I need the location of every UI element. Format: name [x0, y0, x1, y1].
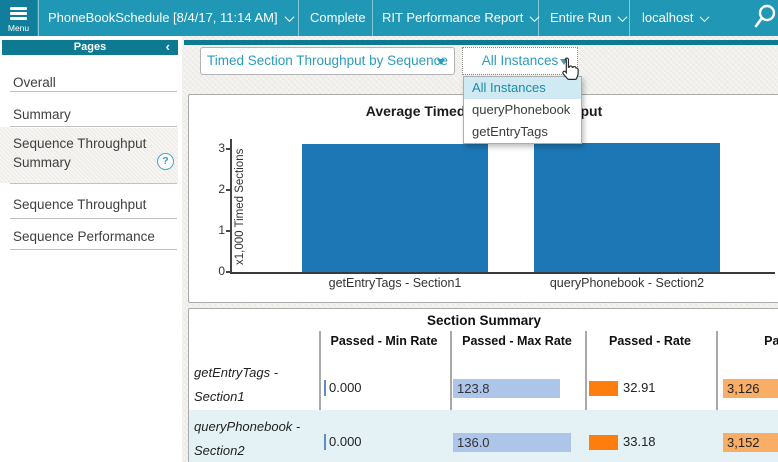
topbar-item-label: RIT Performance Report	[382, 10, 523, 25]
rate-bar	[589, 381, 618, 396]
row-label-line2: Section2	[194, 443, 245, 458]
help-icon[interactable]: ?	[157, 153, 174, 170]
y-tick-label: 0	[203, 264, 225, 278]
instance-dropdown-menu: All InstancesqueryPhonebookgetEntryTags	[463, 76, 582, 144]
sidebar-item-label: Sequence Throughput	[0, 195, 163, 214]
topbar-item-label: Entire Run	[550, 10, 611, 25]
sidebar-divider	[10, 126, 177, 127]
sidebar-divider	[10, 91, 177, 92]
row-label-line1: getEntryTags -	[194, 365, 278, 380]
topbar-separator	[629, 0, 630, 36]
table-row: queryPhonebook - Section2 0.000 136.0 33.18 3…	[189, 410, 778, 462]
table-title: Section Summary	[189, 313, 778, 328]
y-tick-mark	[226, 230, 231, 232]
chevron-down-icon	[530, 12, 540, 22]
sidebar-item-label: Sequence Performance	[0, 227, 163, 246]
topbar-item-1[interactable]: PhoneBookSchedule [8/4/17, 11:14 AM]	[48, 0, 293, 36]
menu-item-queryphonebook[interactable]: queryPhonebook	[464, 99, 581, 121]
topbar-separator	[38, 0, 39, 36]
x-category-label: getEntryTags - Section1	[285, 276, 505, 290]
chart-bar-2	[534, 143, 720, 272]
chart-bar-1	[302, 144, 488, 272]
topbar-item-4[interactable]: Entire Run	[550, 0, 626, 36]
passed-bar: 3,126	[723, 379, 778, 398]
sidebar-item-sequence-throughput-summary[interactable]: Sequence Throughput Summary	[0, 127, 178, 183]
table-row: getEntryTags - Section1 0.000 123.8 32.91 3,1…	[189, 356, 778, 410]
min-rate-tick-bar	[324, 380, 326, 396]
rate-bar	[589, 435, 618, 450]
max-rate-bar: 136.0	[453, 433, 571, 452]
topbar-item-label: Complete	[310, 10, 366, 25]
y-tick-label: 3	[203, 141, 225, 155]
chevron-down-icon	[618, 12, 628, 22]
view-select-value: Timed Section Throughput by Sequence	[201, 48, 454, 74]
y-axis-label: x1,000 Timed Sections	[234, 141, 246, 273]
topbar-item-5[interactable]: localhost	[642, 0, 708, 36]
section-summary-panel: Section Summary Passed - Min RatePassed …	[188, 308, 778, 462]
content-accent-strip	[184, 40, 778, 45]
sidebar-divider	[10, 183, 177, 184]
instance-select-dropdown[interactable]: All Instances	[462, 47, 578, 75]
pages-sidebar: Pages ‹ Overall Summary Sequence Throughpu…	[0, 36, 182, 462]
pages-header-label: Pages	[74, 41, 106, 53]
min-rate-value: 0.000	[329, 380, 362, 396]
app-window: Menu PhoneBookSchedule [8/4/17, 11:14 AM…	[0, 0, 778, 462]
menu-button-label: Menu	[0, 23, 37, 33]
y-tick-mark	[226, 148, 231, 150]
sidebar-divider	[10, 218, 177, 219]
top-bar: Menu PhoneBookSchedule [8/4/17, 11:14 AM…	[0, 0, 778, 36]
chevron-down-icon	[560, 59, 568, 65]
y-tick-mark	[226, 189, 231, 191]
x-axis-line	[230, 272, 775, 274]
sidebar-item-overall[interactable]: Overall	[0, 64, 178, 100]
y-tick-label: 1	[203, 223, 225, 237]
column-header-1: Passed - Min Rate	[314, 334, 454, 348]
pages-header: Pages ‹	[2, 40, 178, 55]
sidebar-item-label: Sequence Throughput Summary	[0, 134, 163, 172]
menu-item-getentrytags[interactable]: getEntryTags	[464, 121, 581, 143]
instance-select-value: All Instances	[482, 53, 559, 68]
max-rate-bar: 123.8	[453, 379, 560, 398]
y-axis-line	[230, 139, 232, 273]
y-tick-label: 2	[203, 182, 225, 196]
column-header-4: Passed	[716, 334, 778, 348]
column-header-2: Passed - Max Rate	[447, 334, 587, 348]
sidebar-divider	[10, 249, 177, 250]
topbar-separator	[298, 0, 299, 36]
column-header-3: Passed - Rate	[580, 334, 720, 348]
rate-value: 33.18	[623, 434, 656, 450]
topbar-item-label: localhost	[642, 10, 693, 25]
view-select-dropdown[interactable]: Timed Section Throughput by Sequence	[200, 47, 455, 75]
topbar-item-3[interactable]: RIT Performance Report	[382, 0, 538, 36]
x-category-label: queryPhonebook - Section2	[517, 276, 737, 290]
topbar-separator	[372, 0, 373, 36]
row-label-line1: queryPhonebook -	[194, 419, 300, 434]
collapse-sidebar-icon[interactable]: ‹	[166, 40, 170, 54]
min-rate-tick-bar	[324, 434, 326, 450]
hamburger-icon	[10, 7, 27, 10]
sidebar-item-label: Summary	[0, 105, 163, 124]
rate-value: 32.91	[623, 380, 656, 396]
menu-button[interactable]: Menu	[0, 0, 37, 36]
row-label-line2: Section1	[194, 389, 245, 404]
chevron-down-icon	[284, 12, 294, 22]
chevron-down-icon	[437, 59, 445, 65]
sidebar-item-sequence-throughput[interactable]: Sequence Throughput	[0, 186, 178, 222]
min-rate-value: 0.000	[329, 434, 362, 450]
passed-bar: 3,152	[723, 433, 778, 452]
menu-item-all-instances[interactable]: All Instances	[464, 77, 581, 99]
search-icon[interactable]	[752, 2, 778, 33]
chevron-down-icon	[700, 12, 710, 22]
sidebar-item-label: Overall	[0, 73, 163, 92]
topbar-item-label: PhoneBookSchedule [8/4/17, 11:14 AM]	[48, 10, 278, 25]
topbar-item-2[interactable]: Complete	[310, 0, 366, 36]
